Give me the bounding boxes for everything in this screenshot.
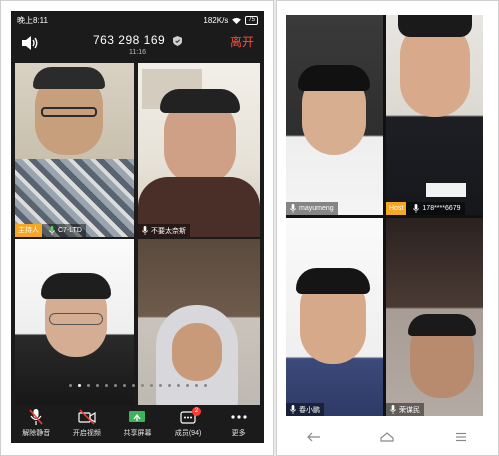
page-dot — [194, 384, 198, 387]
page-dot-active — [77, 384, 81, 387]
mic-icon — [390, 405, 396, 414]
video-tile-participant[interactable]: 荣谋民 — [386, 218, 483, 416]
participant-glasses — [41, 107, 97, 117]
home-icon[interactable] — [380, 432, 395, 442]
start-video-label: 开启视频 — [72, 430, 101, 437]
shirt-logo — [426, 183, 466, 197]
battery-indicator: 75 — [245, 15, 258, 25]
shield-icon — [173, 35, 183, 46]
more-button[interactable]: 更多 — [216, 409, 262, 438]
meeting-screen: 晚上8:11 182K/s 75 763 298 169 11:16 离开 主持… — [11, 11, 264, 443]
mic-icon — [49, 226, 55, 235]
page-dot — [140, 384, 144, 387]
page-dot — [95, 384, 99, 387]
meeting-id-display[interactable]: 763 298 169 — [11, 33, 264, 47]
page-indicator — [11, 384, 264, 387]
status-bar: 晚上8:11 182K/s 75 — [11, 11, 264, 29]
meeting-top-bar: 763 298 169 11:16 离开 — [11, 29, 264, 63]
participant-hair — [33, 67, 105, 89]
page-dot — [203, 384, 207, 387]
video-off-icon — [78, 409, 96, 425]
participant-hair — [298, 65, 370, 91]
page-dot — [68, 384, 72, 387]
share-screen-button[interactable]: 共享屏幕 — [114, 409, 160, 438]
page-dot — [158, 384, 162, 387]
participant-name: 春小鹏 — [299, 406, 320, 414]
meeting-timer: 11:16 — [129, 49, 146, 56]
mic-icon — [142, 226, 148, 235]
mic-icon — [290, 405, 296, 414]
more-icon — [231, 415, 247, 419]
page-dot — [185, 384, 189, 387]
page-dot — [104, 384, 108, 387]
participant-glasses — [49, 313, 103, 325]
notification-badge: 2 — [192, 407, 202, 416]
network-speed: 182K/s — [203, 15, 229, 25]
start-video-button[interactable]: 开启视频 — [64, 409, 110, 438]
members-button[interactable]: 2 成员(94) — [165, 407, 211, 438]
gallery-view: mayumeng Host 178****6679 春小鹏 荣谋民 — [286, 15, 483, 416]
meeting-toolbar: 解除静音 开启视频 共享屏幕 2 成员(94) 更多 — [11, 405, 264, 443]
android-nav-bar — [277, 419, 498, 455]
share-screen-label: 共享屏幕 — [123, 430, 152, 437]
unmute-label: 解除静音 — [22, 430, 51, 437]
tile-name-label: Host 178****6679 — [386, 202, 465, 215]
participant-hair — [41, 273, 111, 299]
mic-muted-icon — [29, 409, 43, 425]
tile-name-label: 荣谋民 — [386, 403, 424, 416]
participant-name: 荣谋民 — [399, 406, 420, 414]
left-phone-screenshot: 晚上8:11 182K/s 75 763 298 169 11:16 离开 主持… — [0, 0, 274, 456]
leave-button[interactable]: 离开 — [230, 33, 254, 50]
tile-name-label: 不要太奈斯 — [138, 224, 190, 237]
page-dot — [131, 384, 135, 387]
participant-hair — [408, 314, 476, 336]
more-label: 更多 — [231, 430, 246, 437]
page-dot — [122, 384, 126, 387]
participant-name: 178****6679 — [422, 205, 461, 212]
video-tile-host[interactable]: Host 178****6679 — [386, 15, 483, 215]
share-screen-icon — [129, 411, 146, 422]
members-label: 成员(94) — [174, 430, 202, 437]
host-badge: 主持人 — [15, 224, 42, 237]
tile-name-label: mayumeng — [286, 202, 338, 215]
right-phone-screenshot: mayumeng Host 178****6679 春小鹏 荣谋民 — [276, 0, 499, 456]
back-icon[interactable] — [306, 432, 321, 442]
meeting-id: 763 298 169 — [92, 33, 166, 47]
video-tile-participant[interactable]: 春小鹏 — [286, 218, 383, 416]
wifi-icon — [232, 17, 242, 24]
participant-hair — [296, 268, 370, 294]
mic-icon — [290, 204, 296, 213]
participant-hair — [160, 89, 240, 113]
video-tile-participant[interactable]: mayumeng — [286, 15, 383, 215]
tile-name-label: 主持人 C7-LTD — [15, 224, 86, 237]
mic-icon — [413, 204, 420, 213]
page-dot — [176, 384, 180, 387]
page-dot — [167, 384, 171, 387]
status-time: 晚上8:11 — [17, 15, 48, 25]
menu-icon[interactable] — [454, 432, 468, 442]
participant-name: mayumeng — [299, 205, 334, 212]
page-dot — [149, 384, 153, 387]
participant-face — [172, 323, 222, 381]
page-dot — [86, 384, 90, 387]
host-badge: Host — [386, 202, 407, 215]
participant-hair — [398, 15, 472, 37]
participant-name: 不要太奈斯 — [151, 227, 186, 235]
page-dot — [113, 384, 117, 387]
video-tile-participant[interactable]: 不要太奈斯 — [138, 63, 260, 237]
members-icon-wrap: 2 — [179, 407, 202, 425]
tile-name-label: 春小鹏 — [286, 403, 324, 416]
participant-name: C7-LTD — [58, 227, 82, 234]
video-tile-host[interactable]: 主持人 C7-LTD — [15, 63, 134, 237]
unmute-button[interactable]: 解除静音 — [13, 409, 59, 438]
